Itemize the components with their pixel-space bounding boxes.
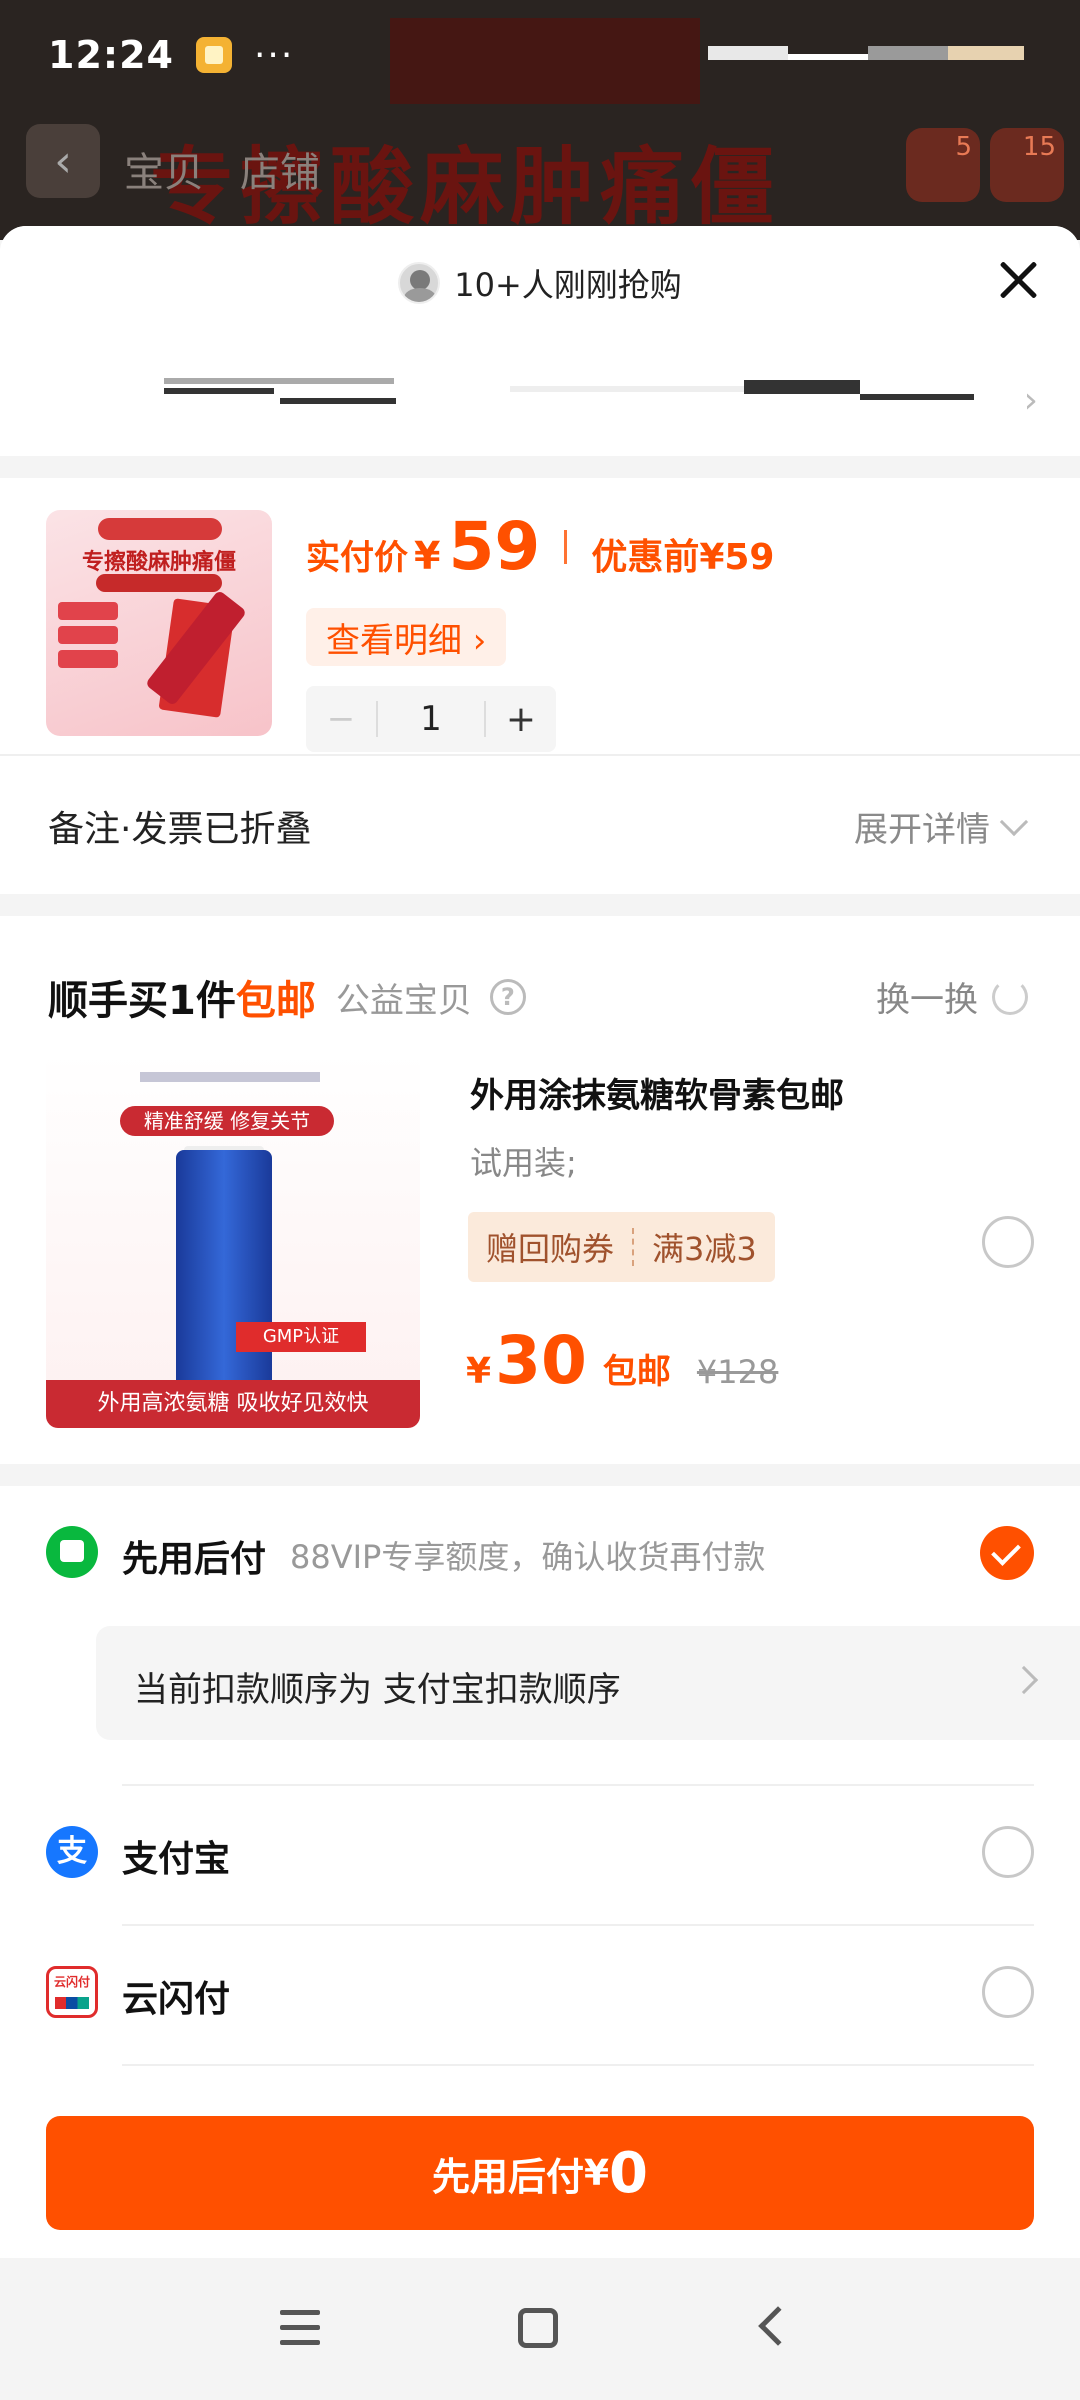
note-invoice-label: 备注·发票已折叠 (48, 809, 312, 850)
unionpay-label: 云闪付 (122, 1979, 231, 2020)
expand-details-label: 展开详情 (854, 810, 990, 850)
product-row: 专擦酸麻肿痛僵 实付价 ¥ 59 优惠前¥59 查看明细 › − 1 + (0, 478, 1080, 754)
refresh-icon (992, 978, 1028, 1015)
price-currency: ¥ (414, 534, 441, 578)
addon-image-footer: 外用高浓氨糖 吸收好见效快 (46, 1380, 420, 1428)
decrease-button[interactable]: − (306, 699, 376, 739)
addon-title: 顺手买1件 包邮 公益宝贝 ? (48, 968, 526, 1026)
alipay-icon (46, 1826, 98, 1878)
unionpay-radio[interactable] (982, 1966, 1034, 2018)
address-row[interactable]: › (0, 366, 1080, 426)
notification-app-icon (195, 37, 232, 73)
swap-button[interactable]: 换一换 (876, 972, 1028, 1021)
pay-later-title: 先用后付 (122, 1539, 267, 1580)
addon-product-name[interactable]: 外用涂抹氨糖软骨素包邮 (470, 1068, 844, 1117)
unionpay-icon (46, 1966, 98, 2018)
addon-product-spec: 试用装; (470, 1144, 577, 1182)
chevron-right-icon (1009, 1665, 1039, 1695)
addon-image-badge: GMP认证 (236, 1322, 366, 1352)
submit-pay-later-button[interactable]: 先用后付 ¥ 0 (46, 2116, 1034, 2230)
expand-details-button[interactable]: 展开详情 (854, 802, 1029, 851)
addon-title-tag: 公益宝贝 (335, 980, 472, 1021)
price-before-discount: 优惠前¥59 (591, 537, 775, 578)
addon-free-shipping: 包邮 (602, 1352, 671, 1392)
payment-option-alipay[interactable]: 支付宝 (0, 1786, 1080, 1922)
selected-check-icon[interactable] (980, 1526, 1034, 1580)
addon-product-image[interactable]: 精准舒缓 修复关节 GMP认证 外用高浓氨糖 吸收好见效快 (46, 1054, 420, 1428)
redacted-address (164, 378, 394, 384)
social-proof: 10+人刚刚抢购 (0, 260, 1080, 306)
background-back-button: ‹ (26, 124, 100, 198)
cart-icon: 5 (906, 128, 980, 202)
addon-price-value: 30 (495, 1322, 587, 1399)
payment-option-later[interactable]: 先用后付 88VIP专享额度，确认收货再付款 (0, 1486, 1080, 1622)
social-proof-text: 10+人刚刚抢购 (454, 266, 682, 304)
help-icon[interactable]: ? (489, 979, 526, 1015)
quantity-value[interactable]: 1 (376, 701, 486, 737)
chevron-down-icon (999, 807, 1029, 836)
background-tabs: 宝贝 店铺 (124, 140, 320, 198)
view-details-label: 查看明细 › (326, 620, 487, 661)
addon-price: ¥ 30 包邮 ¥128 (466, 1328, 778, 1394)
alipay-radio[interactable] (982, 1826, 1034, 1878)
addon-title-main: 顺手买1件 (48, 978, 236, 1024)
quantity-stepper: − 1 + (306, 686, 556, 752)
sheet-header: 10+人刚刚抢购 › (0, 226, 1080, 456)
divider (122, 2064, 1034, 2066)
status-time: 12:24 (48, 33, 174, 77)
system-nav-bar (0, 2258, 1080, 2400)
submit-amount: 0 (609, 2140, 649, 2206)
message-count: 15 (1022, 132, 1056, 162)
coupon-label: 赠回购券 (486, 1230, 615, 1268)
back-icon[interactable] (758, 2306, 798, 2346)
product-image[interactable]: 专擦酸麻肿痛僵 (46, 510, 272, 736)
addon-coupon-badge: 赠回购券 满3减3 (468, 1212, 775, 1282)
buyer-avatar-icon (398, 262, 441, 304)
background-tab: 店铺 (240, 150, 320, 196)
addon-title-highlight: 包邮 (235, 978, 316, 1024)
addon-image-tag: 精准舒缓 修复关节 (120, 1106, 334, 1136)
swap-label: 换一换 (876, 980, 978, 1020)
price-value: 59 (448, 508, 541, 585)
deduction-order-row[interactable]: 当前扣款顺序为 支付宝扣款顺序 (96, 1626, 1080, 1740)
recent-apps-icon[interactable] (280, 2310, 320, 2346)
pay-later-icon (46, 1526, 98, 1578)
price-line: 实付价 ¥ 59 优惠前¥59 (306, 514, 774, 580)
addon-purchase-section: 顺手买1件 包邮 公益宝贝 ? 换一换 精准舒缓 修复关节 GMP认证 外用高浓… (0, 916, 1080, 1464)
product-image-title: 专擦酸麻肿痛僵 (81, 550, 236, 575)
background-tab: 宝贝 (124, 150, 204, 196)
price-label: 实付价 (306, 538, 408, 578)
checkout-sheet: 10+人刚刚抢购 › 专擦酸麻肿痛僵 实付价 ¥ 59 优惠前¥59 查看明细 … (0, 226, 1080, 2258)
background-app: 专擦酸麻肿痛僵 ‹ 宝贝 店铺 5 15 12:24 ··· (0, 0, 1080, 240)
coupon-rule: 满3减3 (652, 1230, 757, 1268)
note-invoice-row[interactable]: 备注·发票已折叠 展开详情 (0, 754, 1080, 894)
submit-area: 先用后付 ¥ 0 (0, 2116, 1080, 2258)
view-details-button[interactable]: 查看明细 › (306, 608, 507, 666)
deduction-order-text: 当前扣款顺序为 支付宝扣款顺序 (134, 1670, 621, 1710)
close-icon[interactable] (992, 254, 1044, 306)
addon-select-radio[interactable] (982, 1216, 1034, 1268)
alipay-label: 支付宝 (122, 1839, 231, 1880)
submit-label: 先用后付 (431, 2154, 584, 2199)
cart-count: 5 (955, 132, 972, 162)
status-icons-redacted (708, 46, 1024, 60)
more-notifications-icon: ··· (253, 34, 295, 76)
increase-button[interactable]: + (486, 699, 556, 740)
addon-original-price: ¥128 (696, 1353, 779, 1391)
pay-later-subtitle: 88VIP专享额度，确认收货再付款 (290, 1538, 766, 1576)
payment-option-unionpay[interactable]: 云闪付 (0, 1926, 1080, 2062)
message-icon: 15 (990, 128, 1064, 202)
price-divider (564, 530, 568, 564)
chevron-right-icon: › (1023, 380, 1038, 421)
submit-currency: ¥ (583, 2152, 610, 2194)
addon-price-currency: ¥ (466, 1351, 492, 1392)
home-icon[interactable] (518, 2308, 558, 2348)
status-bar: 12:24 ··· (0, 0, 1080, 110)
payment-section: 先用后付 88VIP专享额度，确认收货再付款 当前扣款顺序为 支付宝扣款顺序 支… (0, 1486, 1080, 2164)
